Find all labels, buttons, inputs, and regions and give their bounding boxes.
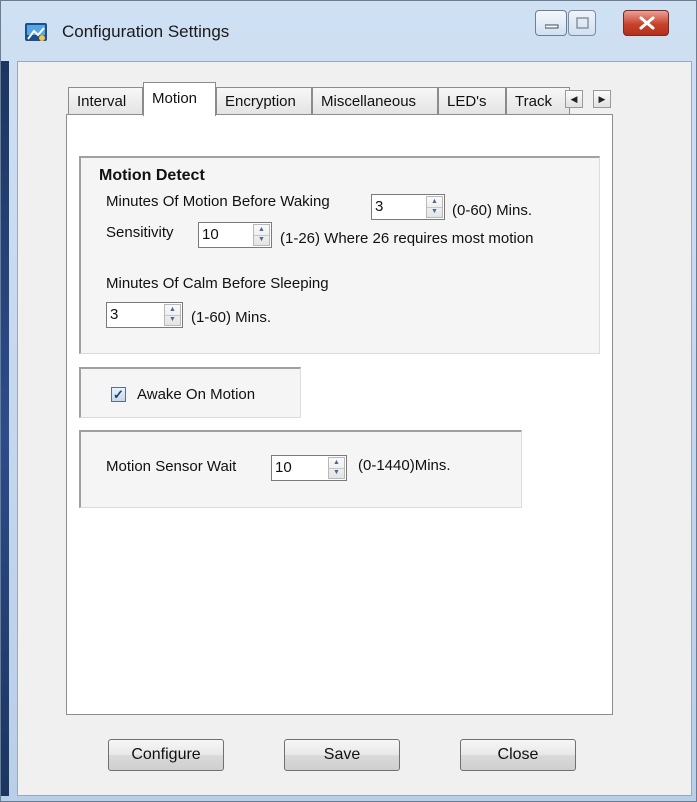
app-icon	[25, 23, 47, 41]
close-window-button[interactable]	[623, 10, 669, 36]
title-bar[interactable]: Configuration Settings	[1, 1, 696, 53]
tab-label: Encryption	[225, 93, 296, 110]
wake-minutes-stepper[interactable]: 3 ▲ ▼	[371, 194, 445, 220]
calm-minutes-stepper[interactable]: 3 ▲ ▼	[106, 302, 183, 328]
sensor-wait-value: 10	[275, 459, 292, 476]
tab-miscellaneous[interactable]: Miscellaneous	[312, 87, 438, 115]
wake-minutes-spin-buttons[interactable]: ▲ ▼	[426, 196, 443, 218]
motion-detect-heading: Motion Detect	[99, 167, 205, 184]
calm-minutes-label: Minutes Of Calm Before Sleeping	[106, 275, 329, 292]
close-icon	[639, 16, 655, 30]
arrow-left-icon: ◀	[570, 94, 578, 104]
background-strip	[1, 61, 9, 796]
arrow-right-icon: ▶	[598, 94, 606, 104]
awake-on-motion-group: ✓ Awake On Motion	[79, 367, 301, 418]
sensitivity-label: Sensitivity	[106, 224, 174, 241]
sensitivity-spin-buttons[interactable]: ▲ ▼	[253, 224, 270, 246]
calm-minutes-range: (1-60) Mins.	[191, 309, 272, 326]
window-title: Configuration Settings	[62, 22, 230, 41]
motion-detect-group: Motion Detect Minutes Of Motion Before W…	[79, 156, 600, 354]
wake-minutes-value: 3	[375, 198, 384, 215]
motion-tab-page: Motion Detect Minutes Of Motion Before W…	[66, 114, 613, 715]
sensor-wait-stepper[interactable]: 10 ▲ ▼	[271, 455, 347, 481]
save-button[interactable]: Save	[284, 739, 400, 771]
spin-down-icon[interactable]: ▼	[329, 468, 344, 478]
configure-button[interactable]: Configure	[108, 739, 224, 771]
tab-encryption[interactable]: Encryption	[216, 87, 312, 115]
minimize-icon	[545, 24, 559, 29]
calm-minutes-spin-buttons[interactable]: ▲ ▼	[164, 304, 181, 326]
tab-label: LED's	[447, 93, 487, 110]
tab-label: Motion	[152, 90, 198, 107]
sensitivity-stepper[interactable]: 10 ▲ ▼	[198, 222, 272, 248]
tab-interval[interactable]: Interval	[68, 87, 143, 115]
sensor-wait-spin-buttons[interactable]: ▲ ▼	[328, 457, 345, 479]
tab-motion[interactable]: Motion	[143, 82, 216, 116]
minimize-button[interactable]	[535, 10, 567, 36]
sensor-wait-label: Motion Sensor Wait	[106, 458, 237, 475]
tab-scroll-right-button[interactable]: ▶	[593, 90, 611, 108]
awake-on-motion-label: Awake On Motion	[137, 386, 256, 403]
spin-down-icon[interactable]: ▼	[165, 315, 180, 325]
tab-label: Track	[515, 93, 552, 110]
spin-down-icon[interactable]: ▼	[254, 235, 269, 245]
tab-label: Miscellaneous	[321, 93, 417, 110]
close-button[interactable]: Close	[460, 739, 576, 771]
tab-scroll-left-button[interactable]: ◀	[565, 90, 583, 108]
sensitivity-range: (1-26) Where 26 requires most motion	[280, 230, 534, 247]
sensitivity-value: 10	[202, 226, 219, 243]
checkmark-icon: ✓	[113, 387, 124, 402]
awake-on-motion-checkbox[interactable]: ✓	[111, 387, 126, 402]
sensor-wait-range: (0-1440)Mins.	[358, 457, 451, 474]
calm-minutes-value: 3	[110, 306, 119, 323]
sensor-wait-group: Motion Sensor Wait 10 ▲ ▼ (0-1440)Mins.	[79, 430, 522, 508]
tab-track[interactable]: Track	[506, 87, 570, 115]
maximize-button[interactable]	[568, 10, 596, 36]
tab-label: Interval	[77, 93, 127, 110]
maximize-icon	[576, 17, 589, 29]
tab-leds[interactable]: LED's	[438, 87, 506, 115]
wake-minutes-label: Minutes Of Motion Before Waking	[106, 193, 330, 210]
configuration-window: Configuration Settings Interval Motion E…	[0, 0, 697, 802]
spin-down-icon[interactable]: ▼	[427, 207, 442, 217]
tab-strip: Interval Motion Encryption Miscellaneous…	[68, 82, 628, 116]
wake-minutes-range: (0-60) Mins.	[452, 202, 533, 219]
